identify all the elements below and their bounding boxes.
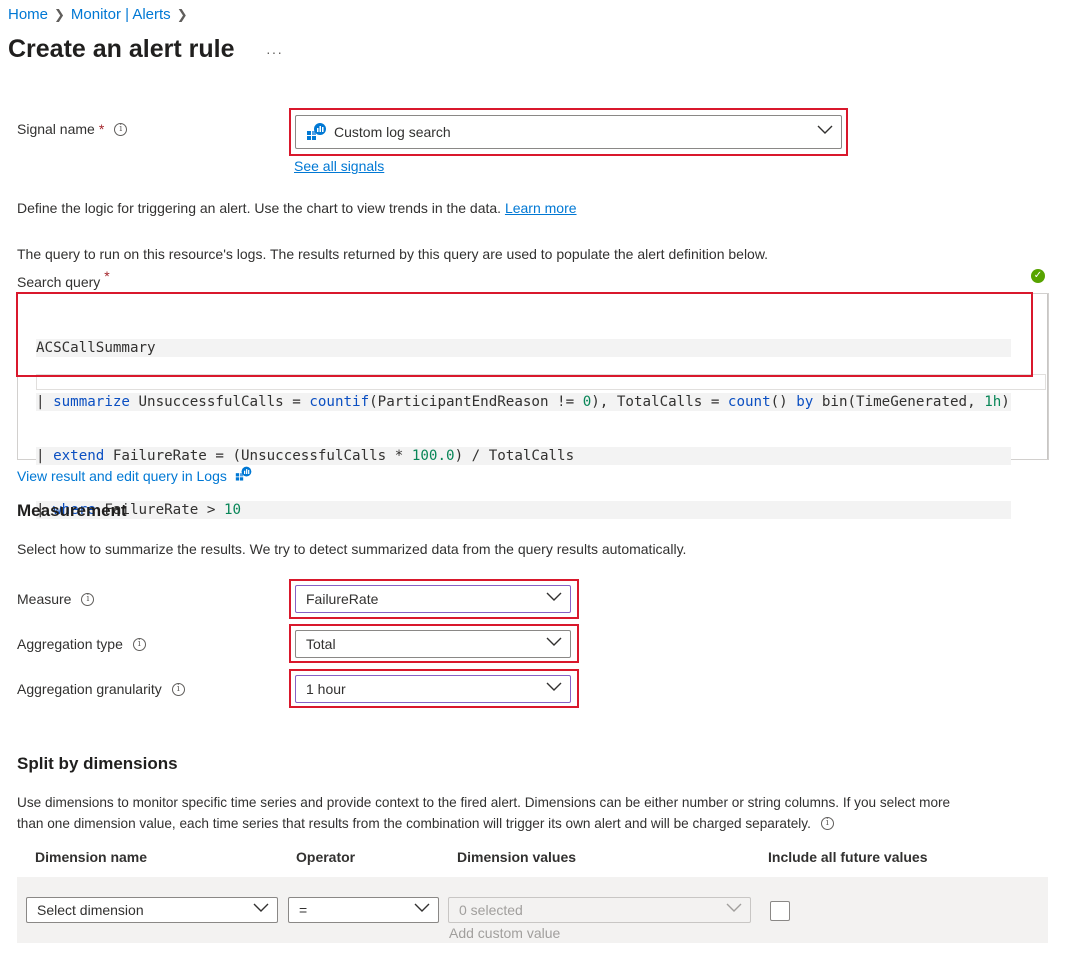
operator-value: = (299, 902, 308, 918)
split-description-line-2: than one dimension value, each time seri… (17, 816, 834, 831)
search-query-label: Search query * (17, 268, 110, 290)
aggregation-granularity-value: 1 hour (306, 681, 346, 697)
info-icon[interactable]: i (820, 817, 834, 830)
column-operator: Operator (296, 849, 356, 865)
aggregation-granularity-label: Aggregation granularity i (17, 681, 185, 697)
breadcrumb: Home ❯ Monitor | Alerts ❯ (8, 6, 188, 23)
page-title: Create an alert rule (8, 35, 235, 63)
chevron-down-icon (546, 637, 562, 651)
signal-name-label: Signal name * i (17, 121, 128, 137)
chevron-down-icon (414, 903, 430, 917)
query-description: The query to run on this resource's logs… (17, 246, 769, 262)
required-marker: * (104, 268, 110, 284)
measurement-description: Select how to summarize the results. We … (17, 541, 687, 557)
signal-name-value: Custom log search (334, 124, 451, 140)
intro-text: Define the logic for triggering an alert… (17, 200, 577, 216)
aggregation-type-dropdown[interactable]: Total (295, 630, 571, 658)
log-search-icon (235, 465, 253, 486)
chevron-down-icon (817, 125, 833, 139)
chevron-down-icon (253, 903, 269, 917)
chevron-down-icon (546, 592, 562, 606)
view-result-in-logs-link[interactable]: View result and edit query in Logs (17, 468, 227, 484)
query-highlight (16, 292, 1033, 377)
chevron-down-icon (546, 682, 562, 696)
split-description-line-2-text: than one dimension value, each time seri… (17, 816, 811, 831)
breadcrumb-monitor-alerts-link[interactable]: Monitor | Alerts (71, 6, 171, 23)
measure-label-text: Measure (17, 591, 72, 607)
query-line-2: | summarize UnsuccessfulCalls = countif(… (36, 393, 1011, 411)
log-search-icon (306, 122, 328, 142)
query-line-3: | extend FailureRate = (UnsuccessfulCall… (36, 447, 1011, 465)
split-by-dimensions-heading: Split by dimensions (17, 754, 178, 773)
learn-more-link[interactable]: Learn more (505, 200, 577, 216)
split-description-line-1: Use dimensions to monitor specific time … (17, 795, 951, 810)
signal-name-dropdown[interactable]: Custom log search (295, 115, 842, 149)
measure-label: Measure i (17, 591, 95, 607)
valid-check-icon: ✓ (1031, 269, 1045, 283)
select-dimension-placeholder: Select dimension (37, 902, 144, 918)
aggregation-granularity-dropdown[interactable]: 1 hour (295, 675, 571, 703)
chevron-down-icon (726, 903, 742, 917)
editor-scrollbar[interactable] (1047, 294, 1048, 459)
info-icon[interactable]: i (171, 682, 185, 696)
include-future-values-checkbox[interactable] (770, 901, 790, 921)
column-dimension-name: Dimension name (35, 849, 148, 865)
aggregation-type-value: Total (306, 636, 336, 652)
chevron-right-icon: ❯ (176, 6, 188, 22)
query-line-4: | where FailureRate > 10 (36, 501, 1011, 519)
measure-value: FailureRate (306, 591, 379, 607)
see-all-signals-link[interactable]: See all signals (294, 158, 384, 174)
measure-dropdown[interactable]: FailureRate (295, 585, 571, 613)
info-icon[interactable]: i (114, 122, 128, 136)
info-icon[interactable]: i (81, 592, 95, 606)
aggregation-granularity-label-text: Aggregation granularity (17, 681, 162, 697)
breadcrumb-home-link[interactable]: Home (8, 6, 48, 23)
view-logs-row: View result and edit query in Logs (17, 465, 253, 486)
measurement-heading: Measurement (17, 501, 127, 520)
intro-description: Define the logic for triggering an alert… (17, 200, 502, 216)
signal-name-label-text: Signal name (17, 121, 95, 137)
dimension-values-dropdown[interactable]: 0 selected (448, 897, 751, 923)
column-dimension-values: Dimension values (457, 849, 577, 865)
more-options-button[interactable]: ··· (266, 44, 283, 60)
aggregation-type-label: Aggregation type i (17, 636, 146, 652)
search-query-label-text: Search query (17, 274, 101, 290)
dimension-values-value: 0 selected (459, 902, 523, 918)
required-marker: * (98, 121, 105, 137)
column-include-future-values: Include all future values (768, 849, 928, 865)
add-custom-value-link[interactable]: Add custom value (449, 925, 560, 941)
operator-dropdown[interactable]: = (288, 897, 439, 923)
select-dimension-dropdown[interactable]: Select dimension (26, 897, 278, 923)
info-icon[interactable]: i (132, 637, 146, 651)
chevron-right-icon: ❯ (54, 6, 65, 22)
aggregation-type-label-text: Aggregation type (17, 636, 123, 652)
